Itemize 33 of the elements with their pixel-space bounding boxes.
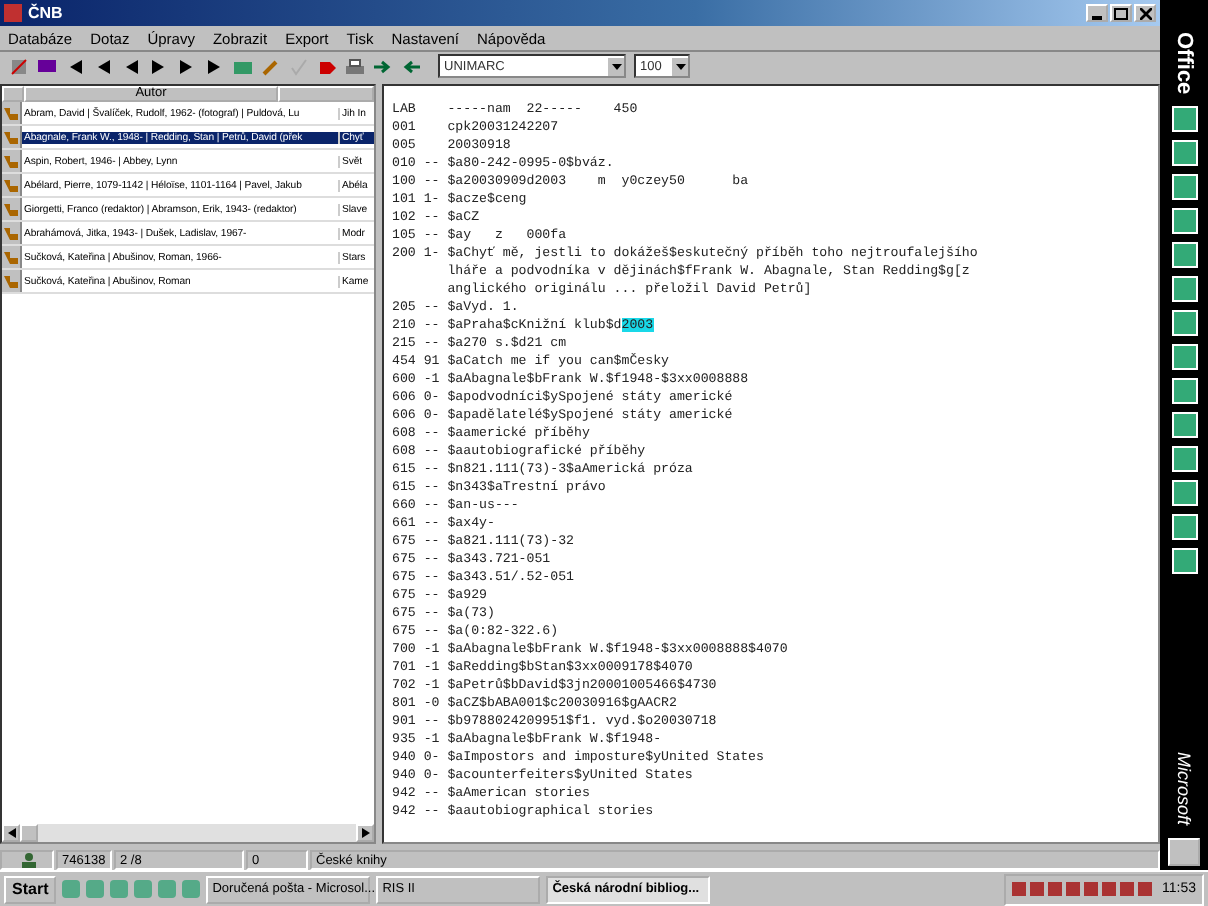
office-app-icon[interactable] — [1171, 174, 1197, 201]
office-app-icon[interactable] — [1171, 276, 1197, 303]
window-title: ČNB — [28, 4, 63, 22]
office-app-icon[interactable] — [1171, 242, 1197, 269]
app-icon — [4, 4, 22, 22]
check-icon[interactable] — [286, 54, 310, 78]
print-icon[interactable] — [342, 54, 366, 78]
maximize-button[interactable] — [1110, 4, 1132, 22]
office-app-icon[interactable] — [1171, 480, 1197, 507]
office-app-icon[interactable] — [1171, 446, 1197, 473]
office-app-icon[interactable] — [1171, 548, 1197, 575]
start-button[interactable]: Start — [4, 875, 57, 903]
office-app-icon[interactable] — [1171, 344, 1197, 371]
scrollbar[interactable] — [2, 824, 374, 842]
maximize-icon — [1114, 7, 1128, 19]
office-app-icon[interactable] — [1171, 140, 1197, 167]
office-app-icon[interactable] — [1171, 208, 1197, 235]
office-app-icon[interactable] — [1171, 106, 1197, 133]
office-title: Office — [1172, 32, 1196, 95]
caret-icon — [675, 63, 685, 69]
office-app-icon[interactable] — [1171, 412, 1197, 439]
office-app-icon[interactable] — [1171, 310, 1197, 337]
office-app-icon[interactable] — [1171, 378, 1197, 405]
scroll-right-icon[interactable] — [361, 828, 369, 838]
caret-icon — [611, 63, 621, 69]
close-button[interactable] — [1134, 4, 1156, 22]
minimize-button[interactable] — [1086, 4, 1108, 22]
scroll-left-icon[interactable] — [7, 828, 15, 838]
scroll-thumb[interactable] — [20, 824, 38, 842]
close-icon — [1139, 7, 1151, 19]
users-icon — [20, 852, 38, 868]
office-brand: Microsoft — [1174, 752, 1194, 826]
office-app-icon[interactable] — [1171, 514, 1197, 541]
